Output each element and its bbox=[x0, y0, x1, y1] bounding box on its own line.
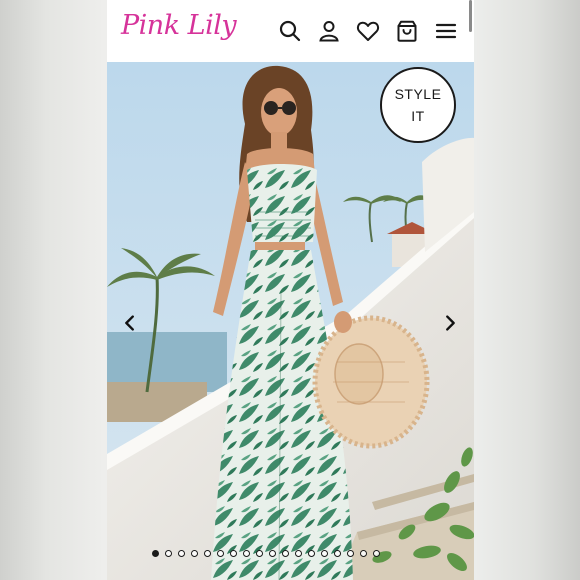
previous-image-arrow[interactable] bbox=[119, 312, 141, 334]
carousel-dot[interactable] bbox=[165, 550, 172, 557]
carousel-dot[interactable] bbox=[334, 550, 341, 557]
carousel-dot[interactable] bbox=[321, 550, 328, 557]
scrollbar[interactable] bbox=[469, 0, 472, 32]
carousel-dot[interactable] bbox=[152, 550, 159, 557]
heart-icon[interactable] bbox=[356, 19, 380, 43]
carousel-dot[interactable] bbox=[191, 550, 198, 557]
product-image-carousel[interactable]: STYLE IT bbox=[107, 62, 474, 580]
carousel-dot[interactable] bbox=[295, 550, 302, 557]
carousel-dot[interactable] bbox=[308, 550, 315, 557]
account-icon[interactable] bbox=[317, 19, 341, 43]
carousel-dot[interactable] bbox=[217, 550, 224, 557]
site-header: Pink Lily bbox=[107, 0, 474, 62]
carousel-dot[interactable] bbox=[243, 550, 250, 557]
carousel-dot[interactable] bbox=[282, 550, 289, 557]
carousel-pagination bbox=[152, 550, 380, 557]
carousel-dot[interactable] bbox=[178, 550, 185, 557]
carousel-dot[interactable] bbox=[360, 550, 367, 557]
carousel-dot[interactable] bbox=[204, 550, 211, 557]
shopping-bag-icon[interactable] bbox=[395, 19, 419, 43]
style-it-label-line1: STYLE bbox=[394, 86, 442, 102]
search-icon[interactable] bbox=[278, 19, 302, 43]
style-it-label-line2: IT bbox=[411, 108, 425, 124]
carousel-dot[interactable] bbox=[347, 550, 354, 557]
phone-screen: Pink Lily STYLE IT bbox=[107, 0, 474, 580]
carousel-dot[interactable] bbox=[373, 550, 380, 557]
pink-lily-logo[interactable]: Pink Lily bbox=[121, 10, 237, 41]
carousel-dot[interactable] bbox=[269, 550, 276, 557]
style-it-button[interactable]: STYLE IT bbox=[380, 67, 456, 143]
menu-icon[interactable] bbox=[434, 19, 458, 43]
carousel-dot[interactable] bbox=[256, 550, 263, 557]
next-image-arrow[interactable] bbox=[439, 312, 461, 334]
carousel-dot[interactable] bbox=[230, 550, 237, 557]
